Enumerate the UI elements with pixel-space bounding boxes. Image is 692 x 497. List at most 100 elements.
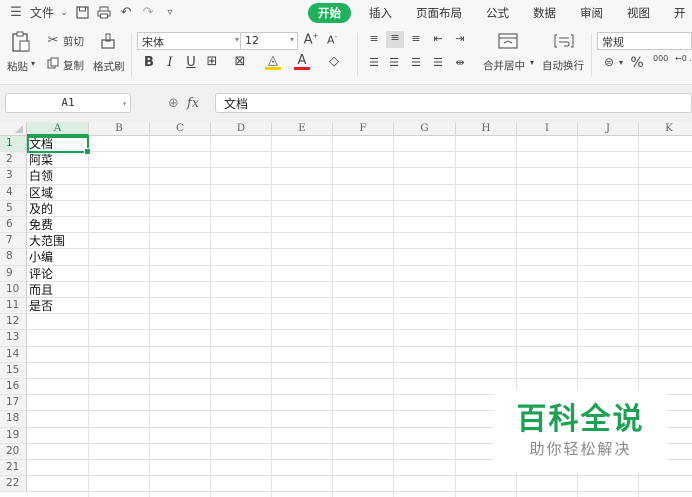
row-header-9[interactable]: 9 <box>0 265 27 282</box>
underline-icon[interactable]: U <box>183 55 199 70</box>
row-header-10[interactable]: 10 <box>0 281 27 298</box>
cell-a5[interactable]: 及的 <box>29 201 53 217</box>
increase-font-icon[interactable]: A+ <box>303 32 319 47</box>
paste-button[interactable]: 粘贴 <box>7 59 28 74</box>
fill-color-icon[interactable]: ◬ <box>265 53 281 70</box>
align-middle-icon[interactable]: ≡ <box>386 31 404 48</box>
column-header-g[interactable]: G <box>394 122 456 136</box>
save-icon[interactable] <box>74 5 90 21</box>
column-header-b[interactable]: B <box>89 122 150 136</box>
cell-a8[interactable]: 小编 <box>29 249 53 265</box>
italic-icon[interactable]: I <box>162 55 178 70</box>
format-painter-button[interactable]: 格式刷 <box>93 59 125 74</box>
undo-icon[interactable]: ↶ <box>118 5 134 21</box>
cell-a4[interactable]: 区域 <box>29 185 53 201</box>
align-left-icon[interactable]: ☰ <box>366 56 382 69</box>
row-header-22[interactable]: 22 <box>0 476 27 493</box>
decimal-places-button[interactable]: ←0 .00 <box>675 54 692 63</box>
tab-view[interactable]: 视图 <box>615 5 662 21</box>
tab-insert[interactable]: 插入 <box>357 5 404 21</box>
row-header-18[interactable]: 18 <box>0 411 27 428</box>
row-header-15[interactable]: 15 <box>0 362 27 379</box>
tab-formulas[interactable]: 公式 <box>474 5 521 21</box>
row-header-11[interactable]: 11 <box>0 298 27 315</box>
column-header-e[interactable]: E <box>272 122 333 136</box>
insert-function-button[interactable]: fx <box>187 96 199 111</box>
hamburger-menu-icon[interactable]: ☰ <box>8 5 24 21</box>
row-header-13[interactable]: 13 <box>0 330 27 347</box>
row-header-12[interactable]: 12 <box>0 314 27 331</box>
cell-a2[interactable]: 阿菜 <box>29 152 53 168</box>
redo-icon[interactable]: ↷ <box>140 5 156 21</box>
cell-a9[interactable]: 评论 <box>29 266 53 282</box>
align-center-icon[interactable]: ☰ <box>386 56 402 69</box>
cell-a7[interactable]: 大范围 <box>29 233 65 249</box>
cell-a6[interactable]: 免费 <box>29 217 53 233</box>
cut-button[interactable]: 剪切 <box>63 34 84 49</box>
currency-dropdown-icon[interactable]: ▾ <box>619 58 623 67</box>
tab-developer[interactable]: 开 <box>662 5 692 21</box>
merge-dropdown-icon[interactable]: ▾ <box>530 58 534 67</box>
row-header-3[interactable]: 3 <box>0 168 27 185</box>
row-header-14[interactable]: 14 <box>0 346 27 363</box>
formula-input[interactable]: 文档 <box>215 93 692 113</box>
cell-a11[interactable]: 是否 <box>29 298 53 314</box>
tab-home[interactable]: 开始 <box>308 2 351 23</box>
decrease-font-icon[interactable]: A- <box>324 33 340 47</box>
font-color-icon[interactable]: A <box>294 53 310 70</box>
column-header-c[interactable]: C <box>150 122 211 136</box>
distributed-icon[interactable]: ⇹ <box>452 56 468 69</box>
column-header-f[interactable]: F <box>333 122 394 136</box>
font-size-select[interactable]: 12 ▾ <box>240 32 298 50</box>
thousands-separator-button[interactable]: 000 <box>653 54 668 63</box>
fill-style-icon[interactable]: ⊠ <box>232 54 248 69</box>
zoom-lookup-icon[interactable]: ⊕ <box>168 96 179 111</box>
increase-indent-icon[interactable]: ⇥ <box>452 32 468 45</box>
wrap-text-icon[interactable] <box>553 31 575 51</box>
align-bottom-icon[interactable]: ≡ <box>408 32 424 45</box>
column-header-i[interactable]: I <box>517 122 578 136</box>
row-header-8[interactable]: 8 <box>0 249 27 266</box>
percent-button[interactable]: % <box>629 55 645 71</box>
column-header-k[interactable]: K <box>639 122 692 136</box>
format-painter-icon[interactable] <box>98 31 118 51</box>
cell-a3[interactable]: 白领 <box>29 168 53 184</box>
file-menu[interactable]: 文件 <box>30 4 54 21</box>
name-box[interactable]: A1 ▾ <box>5 93 131 113</box>
align-right-icon[interactable]: ☰ <box>408 56 424 69</box>
decrease-indent-icon[interactable]: ⇤ <box>430 32 446 45</box>
paste-icon[interactable] <box>10 30 32 54</box>
tab-review[interactable]: 审阅 <box>568 5 615 21</box>
align-top-icon[interactable]: ≡ <box>366 32 382 45</box>
row-header-16[interactable]: 16 <box>0 379 27 396</box>
column-header-j[interactable]: J <box>578 122 639 136</box>
row-header-17[interactable]: 17 <box>0 395 27 412</box>
column-header-h[interactable]: H <box>456 122 517 136</box>
font-name-select[interactable]: 宋体 ▾ <box>137 32 243 50</box>
column-header-a[interactable]: A <box>27 122 89 136</box>
row-header-4[interactable]: 4 <box>0 184 27 201</box>
row-header-20[interactable]: 20 <box>0 443 27 460</box>
clear-format-icon[interactable]: ◇ <box>326 54 342 69</box>
justify-icon[interactable]: ☰ <box>430 56 446 69</box>
border-icon[interactable]: ⊞ <box>204 54 220 69</box>
column-header-d[interactable]: D <box>211 122 272 136</box>
copy-button[interactable]: 复制 <box>63 58 84 73</box>
row-header-2[interactable]: 2 <box>0 152 27 169</box>
row-header-21[interactable]: 21 <box>0 460 27 477</box>
row-header-7[interactable]: 7 <box>0 233 27 250</box>
currency-icon[interactable]: ⊜ <box>601 55 617 69</box>
print-icon[interactable] <box>96 5 112 21</box>
row-header-1[interactable]: 1 <box>0 136 27 153</box>
merge-center-button[interactable]: 合并居中 <box>483 58 525 73</box>
select-all-corner[interactable] <box>0 122 27 136</box>
row-header-6[interactable]: 6 <box>0 217 27 234</box>
wrap-text-button[interactable]: 自动换行 <box>542 58 584 73</box>
number-format-select[interactable]: 常规 <box>597 32 692 50</box>
paste-dropdown-icon[interactable]: ▾ <box>31 59 35 68</box>
bold-icon[interactable]: B <box>141 55 157 70</box>
tab-page-layout[interactable]: 页面布局 <box>404 5 474 21</box>
merge-center-icon[interactable] <box>497 31 519 51</box>
cell-a10[interactable]: 而且 <box>29 282 53 298</box>
customize-toolbar-icon[interactable]: ▿ <box>162 5 178 21</box>
